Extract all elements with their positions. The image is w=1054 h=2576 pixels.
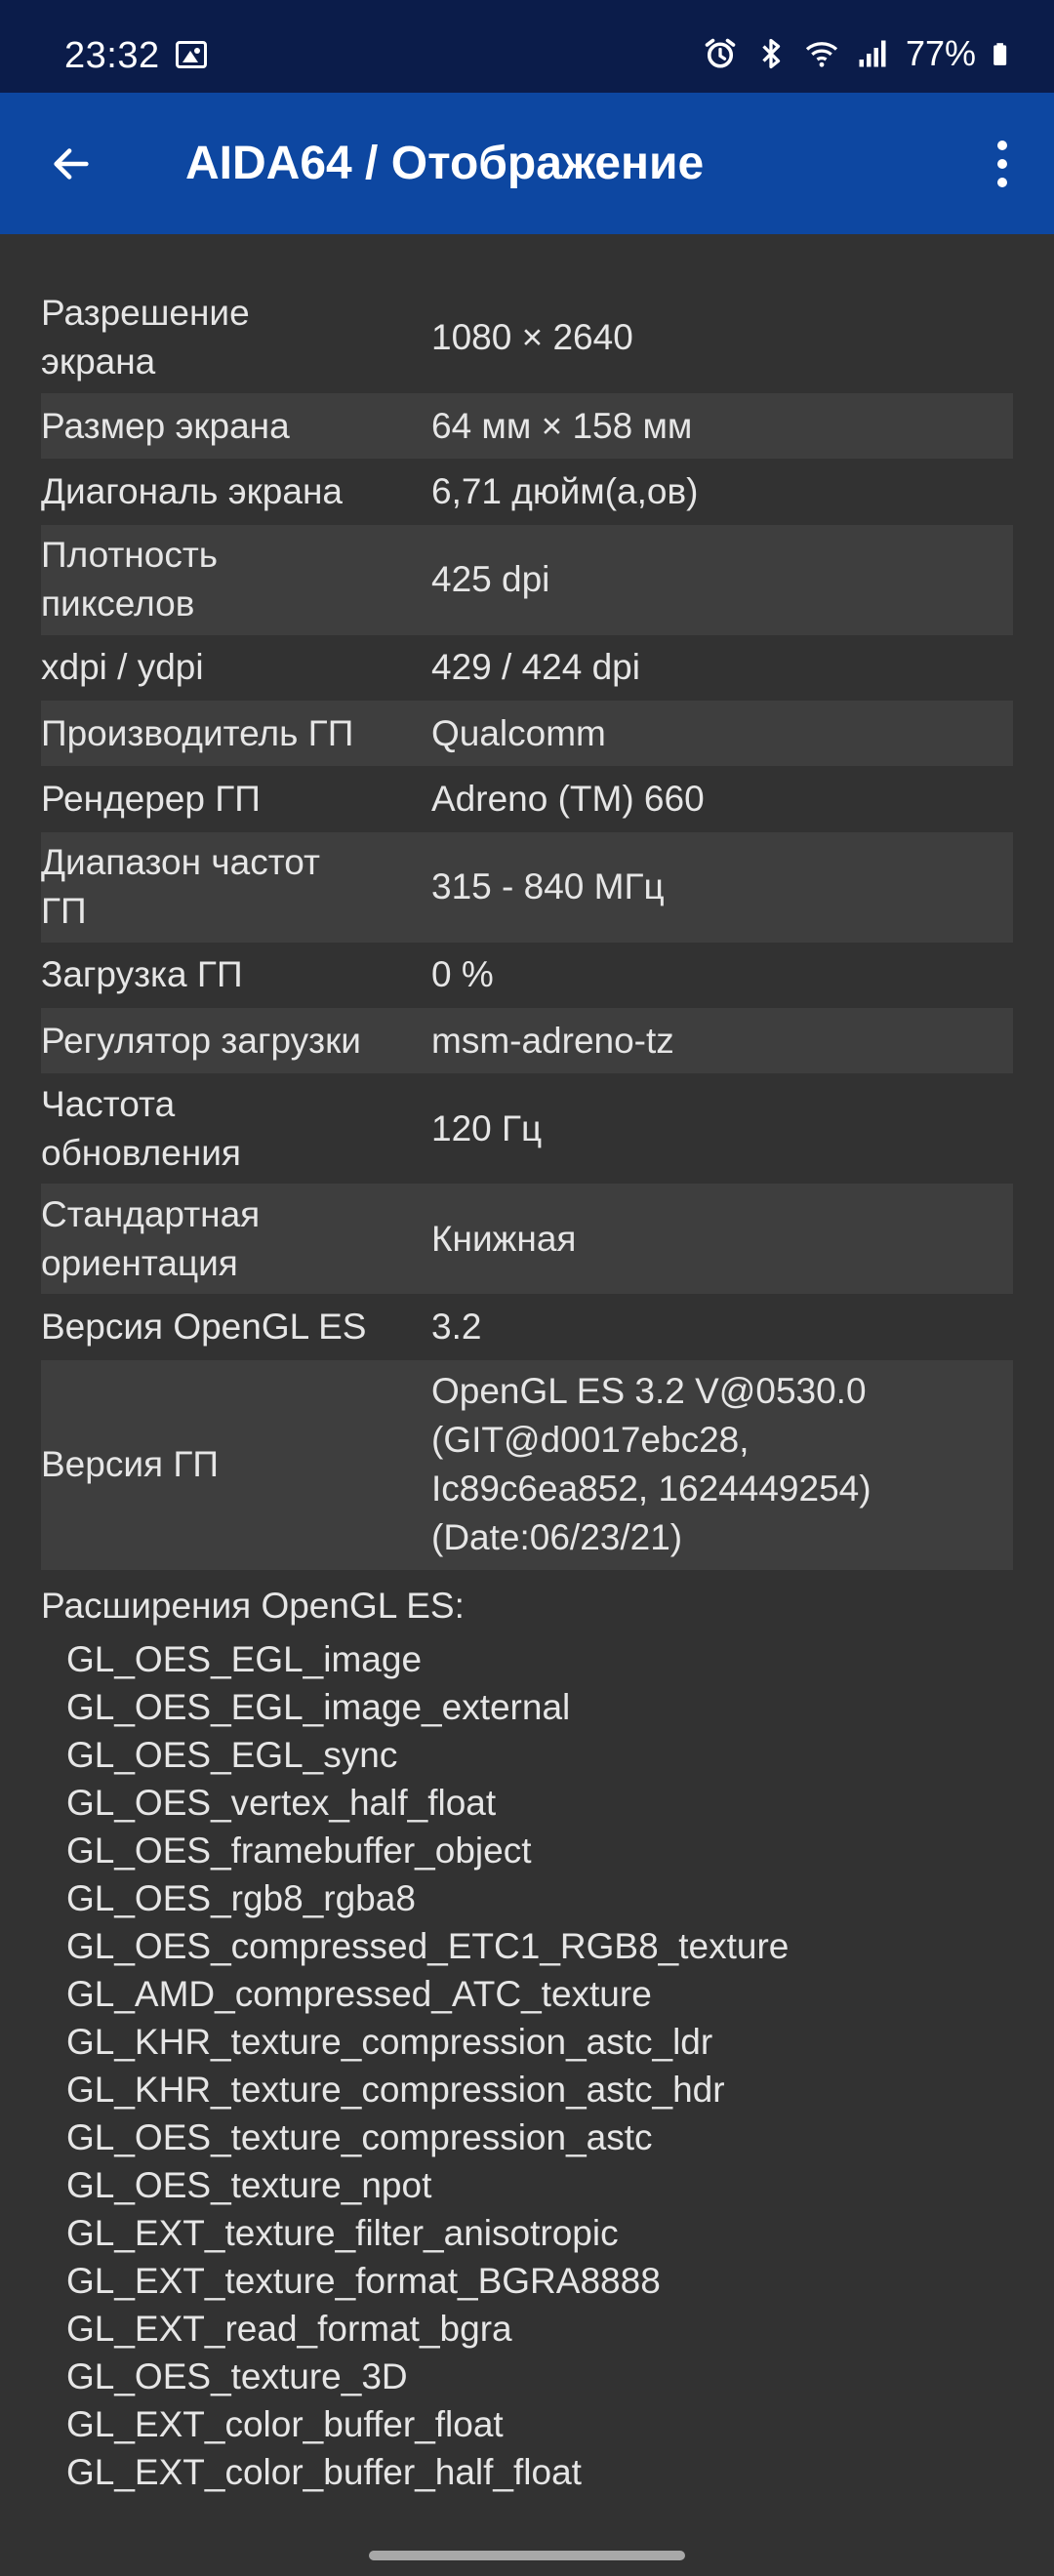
property-value: 3.2 xyxy=(431,1306,482,1347)
property-key: Разрешение экрана xyxy=(41,293,250,382)
extension-item: GL_KHR_texture_compression_astc_hdr xyxy=(66,2070,725,2111)
property-key: Диагональ экрана xyxy=(41,470,343,511)
extension-item: GL_EXT_read_format_bgra xyxy=(66,2309,512,2350)
image-icon xyxy=(176,41,207,68)
extension-item: GL_OES_texture_npot xyxy=(66,2165,432,2206)
battery-icon xyxy=(993,43,1007,65)
wifi-icon xyxy=(805,42,838,67)
property-key: Размер экрана xyxy=(41,405,290,446)
property-row: xdpi / ydpi 429 / 424 dpi xyxy=(41,635,1013,701)
property-row: Частота обновления 120 Гц xyxy=(41,1073,1013,1184)
extensions-list: GL_OES_EGL_image GL_OES_EGL_image_externa… xyxy=(66,1635,789,2496)
extension-item: GL_OES_compressed_ETC1_RGB8_texture xyxy=(66,1926,790,1967)
property-key: Загрузка ГП xyxy=(41,954,243,995)
home-indicator[interactable] xyxy=(369,2551,685,2560)
extension-item: GL_OES_rgb8_rgba8 xyxy=(66,1878,416,1919)
property-value: Qualcomm xyxy=(431,712,606,753)
extension-item: GL_EXT_texture_filter_anisotropic xyxy=(66,2213,619,2254)
more-options-button[interactable] xyxy=(978,137,1027,191)
property-row: Диапазон частот ГП 315 - 840 МГц xyxy=(41,831,1013,943)
property-value: 0 % xyxy=(431,954,494,995)
property-key: Стандартная ориентация xyxy=(41,1193,261,1283)
property-row: Стандартная ориентация Книжная xyxy=(41,1184,1013,1295)
property-row: Рендерер ГП Adreno (TM) 660 xyxy=(41,766,1013,831)
app-bar: AIDA64 / Отображение xyxy=(0,93,1054,234)
extension-item: GL_OES_framebuffer_object xyxy=(66,1831,532,1872)
property-row: Загрузка ГП 0 % xyxy=(41,943,1013,1008)
extensions-title: Расширения OpenGL ES: xyxy=(41,1586,465,1627)
property-row: Разрешение экрана 1080 × 2640 xyxy=(41,283,1013,393)
property-key: Производитель ГП xyxy=(41,712,354,753)
extension-item: GL_KHR_texture_compression_astc_ldr xyxy=(66,2022,713,2063)
property-value: 6,71 дюйм(а,ов) xyxy=(431,470,699,511)
property-value: OpenGL ES 3.2 V@0530.0 (GIT@d0017ebc28, … xyxy=(431,1371,872,1558)
property-key: xdpi / ydpi xyxy=(41,647,204,688)
property-value: 64 мм × 158 мм xyxy=(431,405,693,446)
arrow-left-icon xyxy=(54,148,89,180)
extension-item: GL_OES_EGL_image_external xyxy=(66,1687,571,1728)
property-key: Плотность пикселов xyxy=(41,535,219,624)
property-key: Рендерер ГП xyxy=(41,779,261,820)
extension-item: GL_OES_texture_3D xyxy=(66,2356,408,2397)
property-key: Версия OpenGL ES xyxy=(41,1306,367,1347)
back-button[interactable] xyxy=(39,132,103,196)
property-value: Книжная xyxy=(431,1218,577,1259)
property-row: Диагональ экрана 6,71 дюйм(а,ов) xyxy=(41,459,1013,524)
property-row: Размер экрана 64 мм × 158 мм xyxy=(41,392,1013,460)
property-value: Adreno (TM) 660 xyxy=(431,779,705,820)
status-time: 23:32 xyxy=(64,35,160,76)
property-value: 429 / 424 dpi xyxy=(431,647,640,688)
extension-item: GL_EXT_color_buffer_half_float xyxy=(66,2452,582,2493)
status-bar: 23:32 77% xyxy=(0,0,1054,93)
signal-icon xyxy=(859,40,886,67)
property-key: Частота обновления xyxy=(41,1083,241,1173)
properties-table: Разрешение экрана 1080 × 2640 Размер экран… xyxy=(41,283,1013,1571)
extension-item: GL_EXT_color_buffer_float xyxy=(66,2404,504,2445)
status-icons: 77% xyxy=(703,29,1017,78)
property-row: Плотность пикселов 425 dpi xyxy=(41,524,1013,635)
more-vert-icon xyxy=(997,141,1007,150)
property-row: Регулятор загрузки msm-adreno-tz xyxy=(41,1008,1013,1074)
property-value: 315 - 840 МГц xyxy=(431,866,665,907)
property-value: 1080 × 2640 xyxy=(431,317,633,358)
extension-item: GL_OES_vertex_half_float xyxy=(66,1783,497,1824)
battery-percent: 77% xyxy=(905,33,976,73)
property-key: Регулятор загрузки xyxy=(41,1020,361,1061)
property-value: 120 Гц xyxy=(431,1107,543,1148)
property-value: msm-adreno-tz xyxy=(431,1020,674,1061)
extension-item: GL_EXT_texture_format_BGRA8888 xyxy=(66,2261,661,2302)
extension-item: GL_OES_texture_compression_astc xyxy=(66,2117,653,2158)
property-value: 425 dpi xyxy=(431,559,550,600)
bluetooth-icon xyxy=(762,38,781,69)
extension-item: GL_OES_EGL_image xyxy=(66,1639,423,1680)
property-row: Производитель ГП Qualcomm xyxy=(41,700,1013,767)
property-key: Версия ГП xyxy=(41,1444,219,1485)
extension-item: GL_OES_EGL_sync xyxy=(66,1735,398,1776)
property-key: Диапазон частот ГП xyxy=(41,842,320,932)
property-row: Версия ГП OpenGL ES 3.2 V@0530.0 (GIT@d00… xyxy=(41,1359,1013,1571)
page-title: AIDA64 / Отображение xyxy=(185,138,705,189)
property-row: Версия OpenGL ES 3.2 xyxy=(41,1294,1013,1359)
extension-item: GL_AMD_compressed_ATC_texture xyxy=(66,1974,652,2015)
alarm-icon xyxy=(705,38,736,68)
